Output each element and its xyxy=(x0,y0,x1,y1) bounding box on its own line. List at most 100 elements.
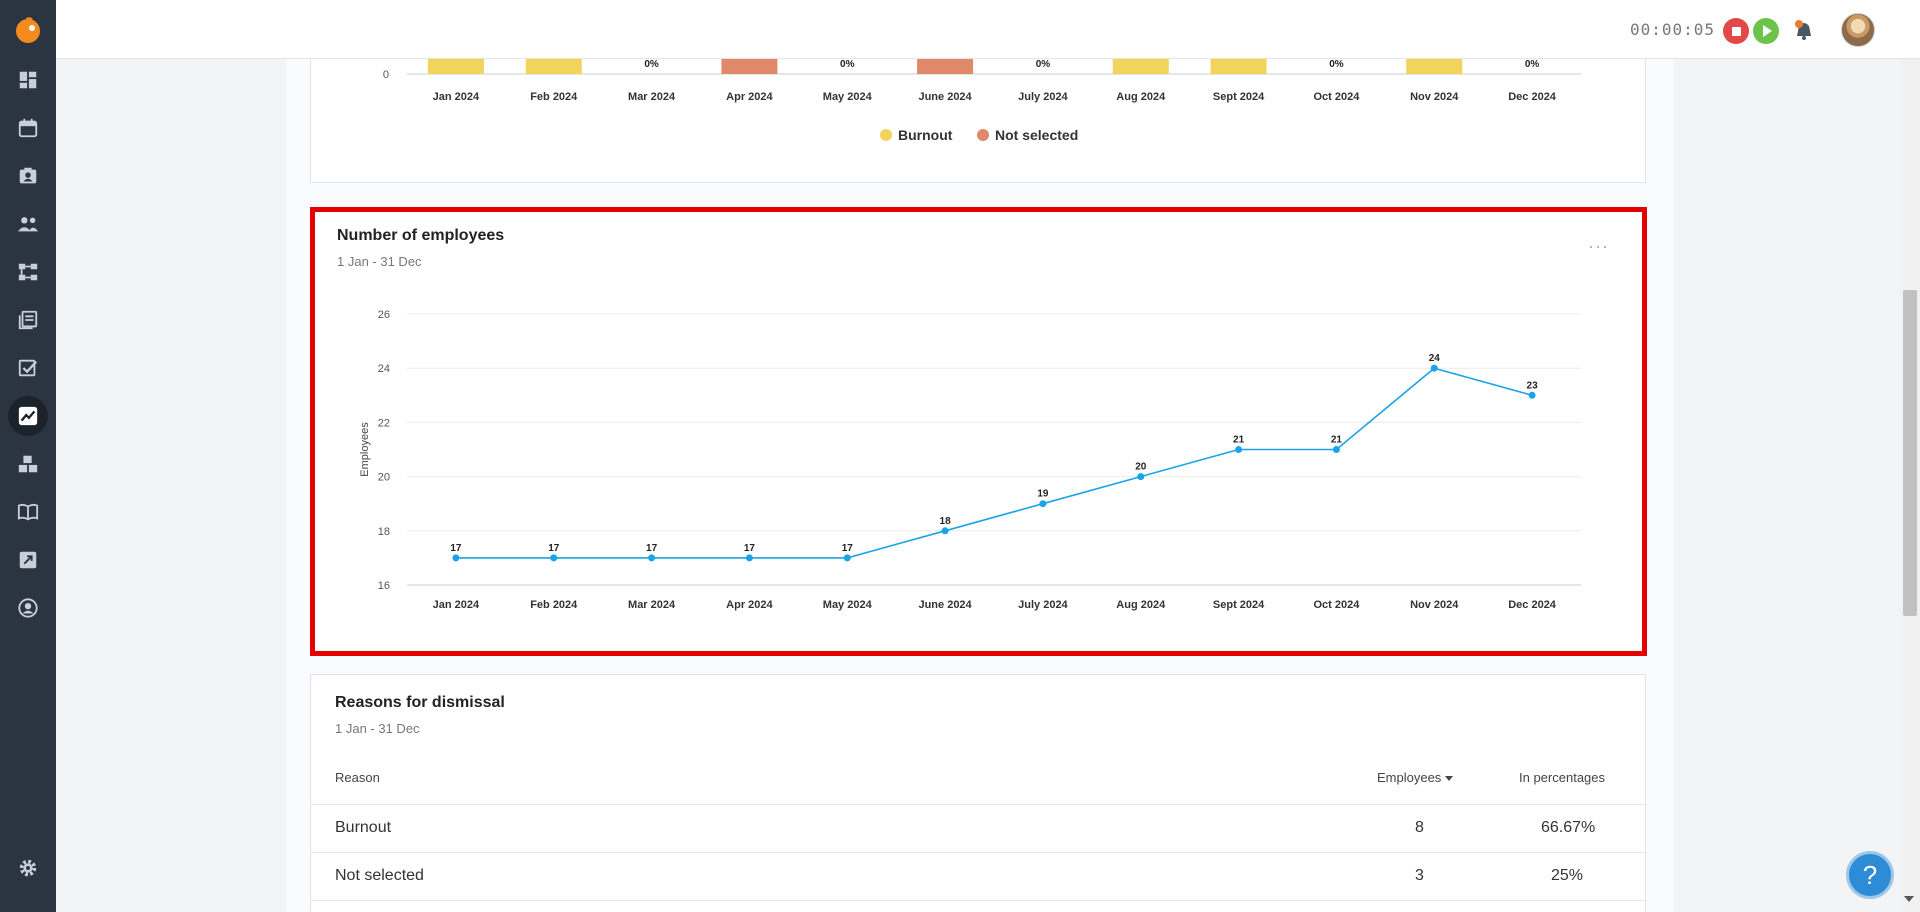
x-tick-label: Dec 2024 xyxy=(1508,599,1557,611)
data-point xyxy=(1430,364,1438,372)
x-tick-label: Feb 2024 xyxy=(530,599,578,611)
y-tick-label: 20 xyxy=(378,472,390,484)
x-tick-label: June 2024 xyxy=(918,91,972,103)
x-tick-label: May 2024 xyxy=(823,599,873,611)
data-point xyxy=(1039,500,1047,508)
sidebar-item-documents[interactable] xyxy=(8,300,48,340)
reason-cell: Burnout xyxy=(335,819,392,836)
column-header-employees[interactable]: Employees xyxy=(1377,770,1454,785)
x-tick-label: Aug 2024 xyxy=(1116,599,1166,611)
data-point xyxy=(1332,446,1340,453)
contacts-icon xyxy=(19,167,37,184)
sidebar-item-tasks[interactable] xyxy=(8,348,48,388)
data-label: 23 xyxy=(1527,380,1539,391)
analytics-icon xyxy=(18,406,38,426)
monthly-bar-chart: 0 Jan 2024 Feb 2024 0% Mar 2024 Apr 2024 0% May… xyxy=(383,59,1581,103)
export-icon xyxy=(19,551,37,569)
tasks-icon xyxy=(18,359,38,377)
bar-data-label: 0% xyxy=(1036,59,1051,70)
user-avatar[interactable] xyxy=(1841,13,1875,47)
column-header-employees-label: Employees xyxy=(1377,770,1442,785)
y-tick-label: 16 xyxy=(378,580,390,592)
legend-not-selected[interactable]: Not selected xyxy=(977,127,1078,143)
time-tracker-display: 00:00:05 xyxy=(1630,20,1716,39)
sidebar-item-people[interactable] xyxy=(8,204,48,244)
column-header-reason: Reason xyxy=(335,770,380,785)
data-label: 21 xyxy=(1331,435,1343,446)
table-row[interactable]: Burnout 8 66.67% xyxy=(311,804,1647,852)
legend-burnout[interactable]: Burnout xyxy=(880,127,952,143)
x-tick-label: Feb 2024 xyxy=(530,91,578,103)
y-tick-label: 18 xyxy=(378,526,390,538)
x-tick-label: Mar 2024 xyxy=(628,91,676,103)
x-tick-label: Jan 2024 xyxy=(433,599,480,611)
data-label: 17 xyxy=(842,543,854,554)
workflow-icon xyxy=(18,263,38,281)
table-row[interactable] xyxy=(311,900,1647,912)
dismissal-reasons-monthly-card: 0 Jan 2024 Feb 2024 0% Mar 2024 Apr 2024 0% May… xyxy=(310,59,1646,183)
boxes-icon xyxy=(18,455,38,473)
scroll-down-arrow-icon[interactable] xyxy=(1904,896,1914,902)
data-point xyxy=(745,554,753,562)
x-tick-label: Oct 2024 xyxy=(1313,599,1360,611)
x-tick-label: Apr 2024 xyxy=(726,599,773,611)
data-point xyxy=(1137,473,1145,481)
sidebar-item-export[interactable] xyxy=(8,540,48,580)
legend-burnout-swatch xyxy=(880,129,892,141)
sidebar-item-knowledge[interactable] xyxy=(8,492,48,532)
column-header-percentages: In percentages xyxy=(1519,770,1606,785)
bar xyxy=(721,59,778,74)
sidebar-item-boxes[interactable] xyxy=(8,444,48,484)
start-timer-button[interactable] xyxy=(1753,18,1779,44)
data-point xyxy=(941,527,949,535)
x-tick-label: Apr 2024 xyxy=(726,91,773,103)
sidebar-item-workflow[interactable] xyxy=(8,252,48,292)
sidebar-item-analytics[interactable] xyxy=(8,396,48,436)
legend-not-selected-swatch xyxy=(977,129,989,141)
data-point xyxy=(1528,391,1536,399)
data-label: 24 xyxy=(1429,353,1441,364)
sidebar-item-contacts[interactable] xyxy=(8,156,48,196)
x-tick-label: July 2024 xyxy=(1018,91,1068,103)
sidebar-item-settings[interactable] xyxy=(8,848,48,888)
x-tick-label: Sept 2024 xyxy=(1213,91,1265,103)
employees-cell: 3 xyxy=(1415,867,1424,884)
y-tick-label: 0 xyxy=(383,69,389,81)
x-tick-label: Jan 2024 xyxy=(433,91,480,103)
data-point xyxy=(452,554,460,562)
x-tick-label: Oct 2024 xyxy=(1313,91,1360,103)
y-tick-label: 22 xyxy=(378,417,390,429)
data-point xyxy=(843,554,851,562)
data-label: 19 xyxy=(1037,489,1049,500)
bar xyxy=(1210,59,1267,74)
bar xyxy=(1406,59,1463,74)
table-row[interactable]: Not selected 3 25% xyxy=(311,852,1647,900)
gear-icon xyxy=(19,859,37,877)
x-tick-label: Nov 2024 xyxy=(1410,91,1459,103)
card-subtitle: 1 Jan - 31 Dec xyxy=(335,721,420,736)
data-label: 17 xyxy=(646,543,658,554)
dashboard-icon xyxy=(19,71,37,89)
percent-cell: 25% xyxy=(1551,867,1584,884)
y-tick-label: 24 xyxy=(378,363,390,375)
people-icon xyxy=(17,217,39,232)
data-label: 18 xyxy=(940,516,952,527)
sidebar-item-profile[interactable] xyxy=(8,588,48,628)
sidebar xyxy=(0,0,56,912)
bar xyxy=(917,59,974,74)
app-logo[interactable] xyxy=(13,14,43,44)
percent-cell: 66.67% xyxy=(1541,819,1596,836)
scrollbar-thumb[interactable] xyxy=(1903,290,1917,616)
bar-data-label: 0% xyxy=(840,59,855,70)
employees-cell: 8 xyxy=(1415,819,1424,836)
y-tick-label: 26 xyxy=(378,309,390,321)
number-of-employees-card: Number of employees 1 Jan - 31 Dec ··· 1… xyxy=(312,210,1646,652)
sidebar-item-dashboard[interactable] xyxy=(8,60,48,100)
notifications-icon[interactable] xyxy=(1790,16,1818,44)
x-tick-label: Dec 2024 xyxy=(1508,91,1557,103)
data-point xyxy=(648,554,656,562)
help-button[interactable]: ? xyxy=(1846,851,1894,899)
x-tick-label: July 2024 xyxy=(1018,599,1068,611)
stop-timer-button[interactable] xyxy=(1723,18,1749,44)
sidebar-item-calendar[interactable] xyxy=(8,108,48,148)
